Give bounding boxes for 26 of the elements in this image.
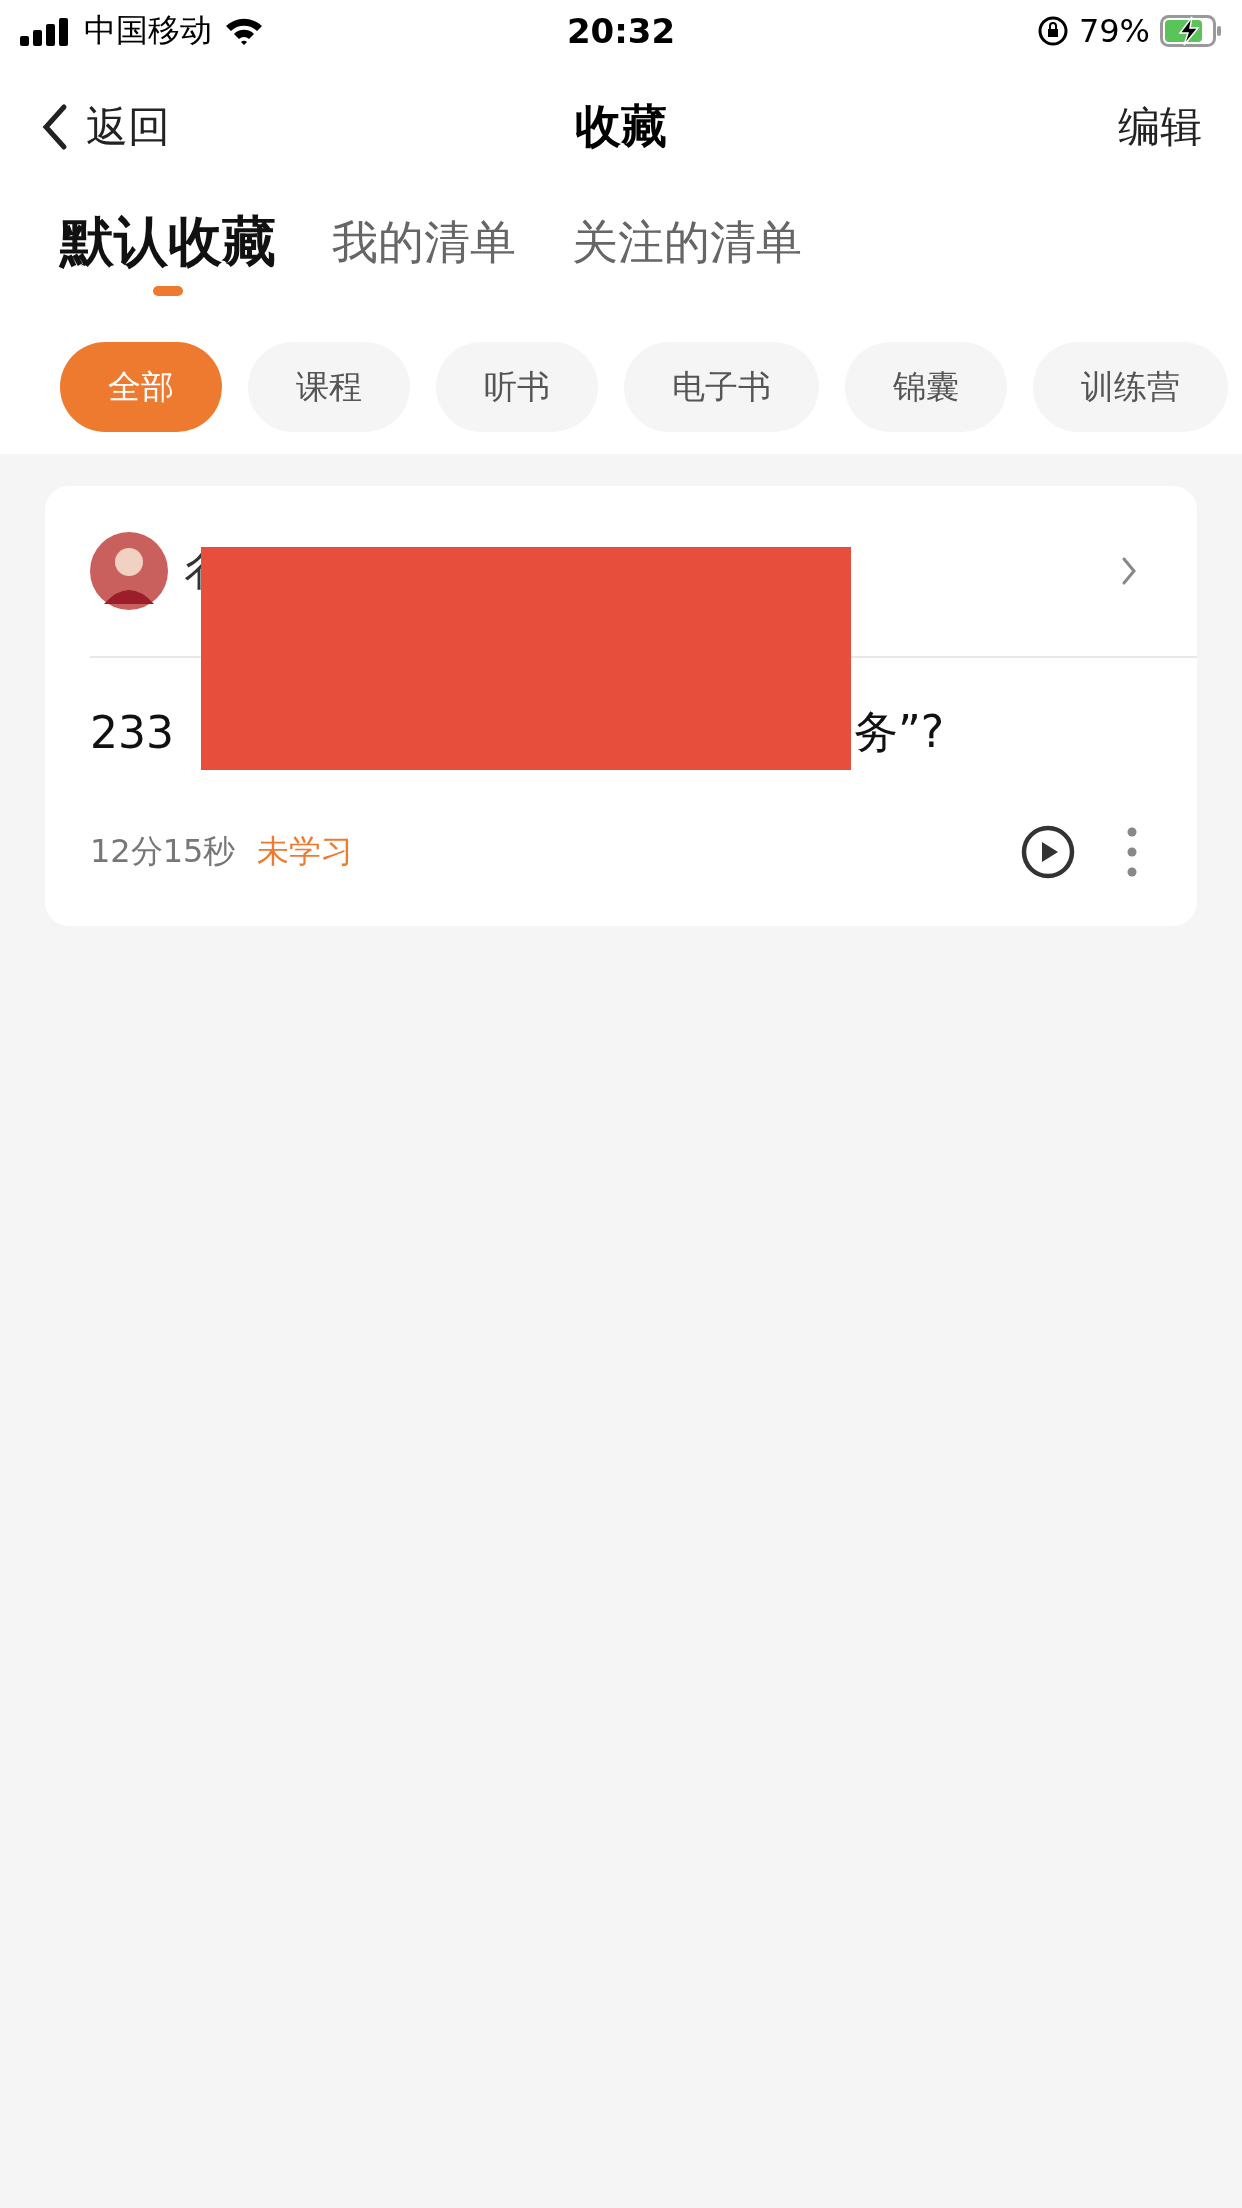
page-title: 收藏	[575, 98, 667, 155]
collection-tab[interactable]: 我的清单	[332, 206, 516, 278]
study-status: 未学习	[257, 831, 354, 872]
chevron-right-icon	[1121, 556, 1137, 586]
item-title: 务”?	[854, 704, 945, 759]
carrier-name: 中国移动	[84, 10, 212, 51]
edit-button[interactable]: 编辑	[1118, 99, 1202, 155]
filter-chip[interactable]: 电子书	[624, 342, 819, 432]
chevron-left-icon	[40, 103, 68, 151]
battery-percent: 79%	[1078, 12, 1150, 50]
filter-chip[interactable]: 锦囊	[845, 342, 1007, 432]
duration-text: 12分15秒	[90, 831, 236, 872]
back-button[interactable]: 返回	[40, 99, 170, 155]
item-title: 233	[90, 706, 174, 758]
filter-chip[interactable]: 课程	[248, 342, 410, 432]
battery-charging-icon	[1160, 15, 1222, 47]
filter-chip[interactable]: 训练营	[1033, 342, 1228, 432]
active-tab-indicator	[153, 286, 183, 296]
play-icon[interactable]	[1021, 825, 1075, 879]
wifi-icon	[224, 16, 264, 46]
collection-tab[interactable]: 关注的清单	[572, 206, 802, 278]
collection-tab[interactable]: 默认收藏	[60, 206, 276, 278]
clock-time: 20:32	[566, 11, 676, 51]
filter-chip[interactable]: 听书	[436, 342, 598, 432]
more-icon[interactable]	[1127, 827, 1137, 877]
rotation-lock-icon	[1036, 15, 1069, 47]
